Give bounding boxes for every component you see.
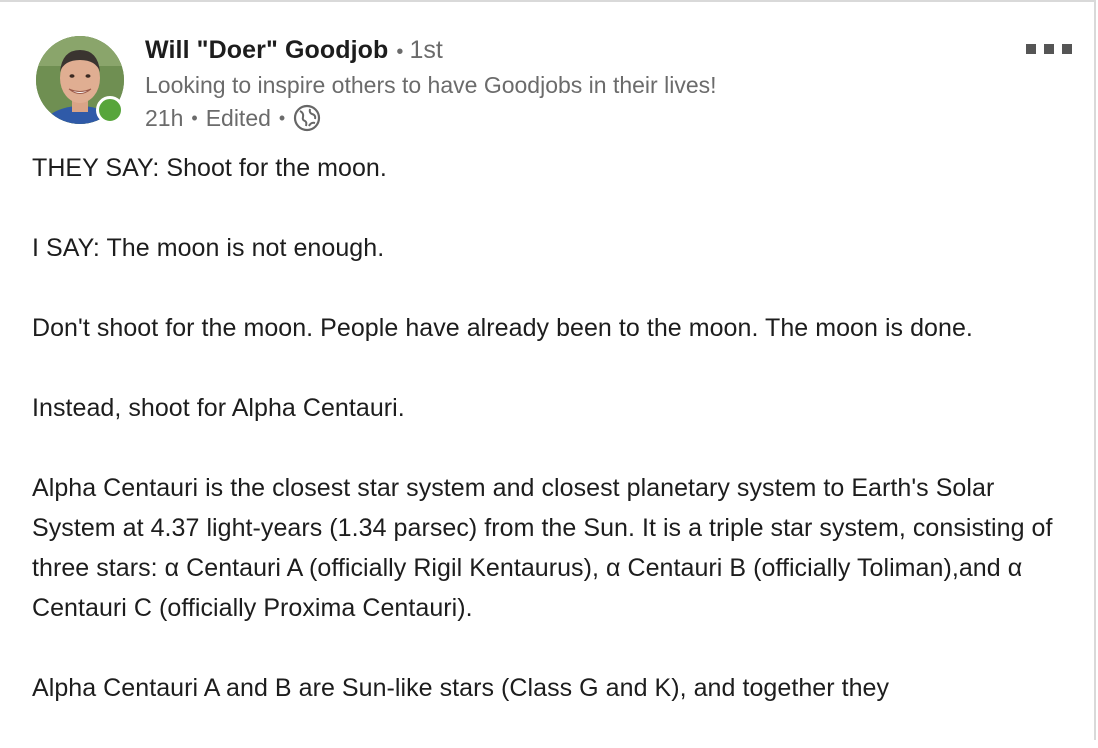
- post-paragraph: Alpha Centauri A and B are Sun-like star…: [32, 674, 890, 702]
- connection-degree: 1st: [409, 36, 443, 64]
- more-options-dot: [1044, 44, 1054, 54]
- more-options-dot: [1062, 44, 1072, 54]
- author-headline: Looking to inspire others to have Goodjo…: [145, 72, 717, 98]
- degree-separator: •: [396, 41, 404, 63]
- author-name[interactable]: Will "Doer" Goodjob: [145, 36, 388, 65]
- more-options-dot: [1026, 44, 1036, 54]
- post-paragraph: Don't shoot for the moon. People have al…: [32, 314, 973, 342]
- online-status-indicator: [96, 96, 124, 124]
- post-card: Will "Doer" Goodjob • 1st Looking to ins…: [0, 0, 1096, 740]
- globe-icon: [293, 104, 321, 132]
- post-time: 21h: [145, 104, 184, 131]
- meta-separator: •: [278, 107, 286, 128]
- post-paragraph: Alpha Centauri is the closest star syste…: [32, 474, 1053, 622]
- meta-separator: •: [191, 107, 198, 128]
- post-meta: 21h • Edited •: [145, 103, 321, 133]
- post-paragraph: THEY SAY: Shoot for the moon.: [32, 154, 387, 182]
- edited-label: Edited: [205, 104, 271, 131]
- author-name-row: Will "Doer" Goodjob • 1st: [145, 36, 443, 70]
- post-body: THEY SAY: Shoot for the moon. I SAY: The…: [32, 148, 1072, 748]
- post-paragraph: Instead, shoot for Alpha Centauri.: [32, 394, 405, 422]
- more-options-button[interactable]: [1026, 42, 1072, 56]
- post-paragraph: I SAY: The moon is not enough.: [32, 234, 385, 262]
